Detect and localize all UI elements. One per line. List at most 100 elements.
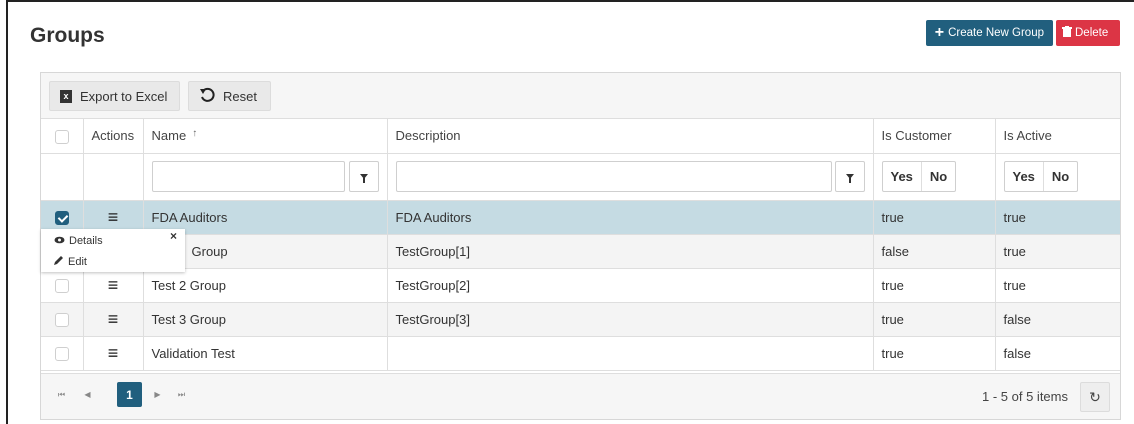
cell-is-active: true bbox=[995, 234, 1120, 269]
is-active-no-button[interactable]: No bbox=[1042, 162, 1077, 191]
sort-ascending-icon: ↑ bbox=[192, 128, 198, 140]
column-header-description[interactable]: Description bbox=[387, 119, 874, 154]
filter-icon bbox=[845, 174, 854, 183]
delete-label: Delete bbox=[1075, 27, 1109, 39]
is-customer-no-button[interactable]: No bbox=[920, 162, 955, 191]
description-filter bbox=[395, 161, 865, 192]
delete-button[interactable]: Delete bbox=[1056, 20, 1120, 46]
grid-toolbar: x Export to Excel Reset bbox=[41, 73, 1120, 119]
export-to-excel-label: Export to Excel bbox=[80, 88, 168, 104]
cell-name: Validation Test bbox=[143, 336, 388, 371]
table-row[interactable]: ≡ Validation Test true false bbox=[41, 336, 1120, 371]
cell-is-customer: false bbox=[873, 234, 996, 269]
column-header-name-label: Name bbox=[151, 128, 187, 144]
filter-cell-empty bbox=[41, 153, 84, 201]
description-filter-button[interactable] bbox=[834, 161, 865, 192]
trash-icon bbox=[1062, 26, 1072, 40]
filter-row: Yes No Yes No bbox=[41, 153, 1120, 201]
first-page-button[interactable]: ⏮ bbox=[49, 382, 74, 407]
table-row[interactable]: ≡ FDA Auditors FDA Auditors true true bbox=[41, 200, 1120, 235]
is-active-yes-button[interactable]: Yes bbox=[1005, 162, 1043, 191]
column-header-is-active[interactable]: Is Active bbox=[995, 119, 1120, 154]
details-menu-item[interactable]: Details bbox=[54, 235, 103, 247]
cell-description: FDA Auditors bbox=[387, 200, 874, 235]
name-filter-button[interactable] bbox=[348, 161, 379, 192]
pencil-icon bbox=[54, 255, 64, 268]
filter-icon bbox=[359, 174, 368, 183]
row-actions-cell[interactable]: ≡ bbox=[83, 336, 144, 371]
groups-table: Actions Name ↑ Description Is Customer Is… bbox=[41, 119, 1120, 371]
cell-is-active: false bbox=[995, 336, 1120, 371]
reset-icon bbox=[199, 87, 215, 106]
refresh-icon: ↻ bbox=[1089, 388, 1101, 405]
row-checkbox[interactable] bbox=[54, 346, 69, 361]
refresh-button[interactable]: ↻ bbox=[1080, 382, 1110, 412]
filter-cell-empty bbox=[83, 153, 144, 201]
plus-icon: + bbox=[934, 24, 945, 41]
groups-grid: x Export to Excel Reset Actions Name ↑ De… bbox=[40, 72, 1121, 420]
column-header-is-customer[interactable]: Is Customer bbox=[873, 119, 996, 154]
table-row[interactable]: ≡ Test 2 Group TestGroup[2] true true bbox=[41, 268, 1120, 303]
last-page-button[interactable]: ⏭ bbox=[169, 382, 194, 407]
cell-description: TestGroup[3] bbox=[387, 302, 874, 337]
cell-name: Test 2 Group bbox=[143, 268, 388, 303]
filter-cell-name bbox=[143, 153, 388, 201]
reset-label: Reset bbox=[223, 88, 257, 104]
page-title: Groups bbox=[30, 24, 105, 47]
description-filter-input[interactable] bbox=[395, 161, 832, 192]
row-select-cell[interactable] bbox=[41, 302, 84, 337]
menu-icon[interactable]: ≡ bbox=[108, 309, 119, 329]
page-number-button[interactable]: 1 bbox=[117, 382, 142, 407]
cell-is-active: true bbox=[995, 200, 1120, 235]
row-select-cell[interactable] bbox=[41, 268, 84, 303]
cell-is-customer: true bbox=[873, 336, 996, 371]
pager-info: 1 - 5 of 5 items bbox=[982, 389, 1068, 404]
cell-name: Test 3 Group bbox=[143, 302, 388, 337]
column-header-name[interactable]: Name ↑ bbox=[143, 119, 388, 154]
is-active-filter: Yes No bbox=[1003, 161, 1079, 192]
filter-cell-is-active: Yes No bbox=[995, 153, 1120, 201]
excel-icon: x bbox=[60, 89, 72, 103]
next-page-button[interactable]: ▶ bbox=[145, 382, 170, 407]
eye-icon bbox=[54, 235, 65, 247]
row-actions-cell[interactable]: ≡ bbox=[83, 268, 144, 303]
create-new-group-label: Create New Group bbox=[948, 27, 1044, 39]
cell-is-customer: true bbox=[873, 302, 996, 337]
header-row: Actions Name ↑ Description Is Customer Is… bbox=[41, 119, 1120, 154]
cell-description: TestGroup[2] bbox=[387, 268, 874, 303]
name-filter bbox=[151, 161, 379, 192]
cell-is-customer: true bbox=[873, 268, 996, 303]
row-context-menu: Details Edit × bbox=[41, 229, 185, 272]
table-row[interactable]: ≡ Group TestGroup[1] false true bbox=[41, 234, 1120, 269]
menu-icon[interactable]: ≡ bbox=[108, 343, 119, 363]
cell-is-customer: true bbox=[873, 200, 996, 235]
table-row[interactable]: ≡ Test 3 Group TestGroup[3] true false bbox=[41, 302, 1120, 337]
row-checkbox[interactable] bbox=[54, 278, 69, 293]
edit-menu-item[interactable]: Edit bbox=[54, 255, 87, 268]
cell-is-active: true bbox=[995, 268, 1120, 303]
is-customer-filter: Yes No bbox=[881, 161, 957, 192]
menu-icon[interactable]: ≡ bbox=[108, 207, 119, 227]
row-checkbox[interactable] bbox=[54, 312, 69, 327]
cell-description: TestGroup[1] bbox=[387, 234, 874, 269]
edit-label: Edit bbox=[68, 255, 87, 268]
name-filter-input[interactable] bbox=[151, 161, 345, 192]
details-label: Details bbox=[69, 235, 103, 247]
export-to-excel-button[interactable]: x Export to Excel bbox=[49, 81, 180, 111]
create-new-group-button[interactable]: + Create New Group bbox=[925, 20, 1053, 46]
column-header-actions: Actions bbox=[83, 119, 144, 154]
row-actions-cell[interactable]: ≡ bbox=[83, 302, 144, 337]
reset-button[interactable]: Reset bbox=[188, 81, 271, 111]
menu-icon[interactable]: ≡ bbox=[108, 275, 119, 295]
filter-cell-is-customer: Yes No bbox=[873, 153, 996, 201]
pager: ⏮ ◀ 1 ▶ ⏭ 1 - 5 of 5 items ↻ bbox=[41, 373, 1120, 419]
select-all-cell[interactable] bbox=[41, 119, 84, 154]
previous-page-button[interactable]: ◀ bbox=[75, 382, 100, 407]
close-icon[interactable]: × bbox=[170, 229, 177, 243]
select-all-checkbox[interactable] bbox=[54, 129, 69, 144]
filter-cell-description bbox=[387, 153, 874, 201]
row-select-cell[interactable] bbox=[41, 336, 84, 371]
row-checkbox[interactable] bbox=[54, 210, 69, 225]
is-customer-yes-button[interactable]: Yes bbox=[883, 162, 921, 191]
cell-description bbox=[387, 336, 874, 371]
